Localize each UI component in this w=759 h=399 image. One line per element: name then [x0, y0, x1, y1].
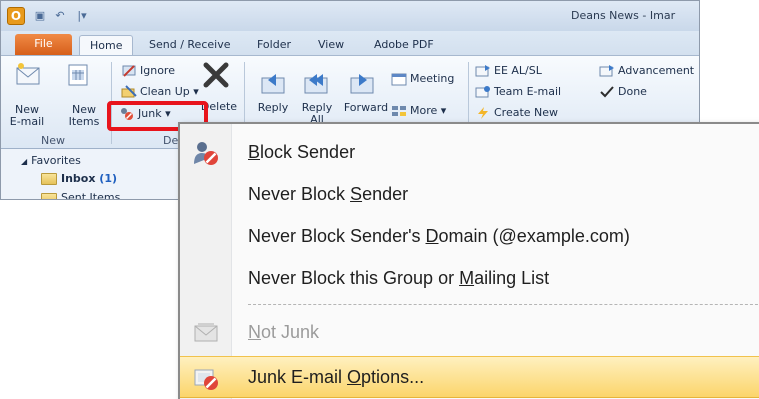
junk-options-icon — [194, 369, 218, 390]
checkmark-icon — [600, 86, 614, 98]
quick-step-label: Advancement — [618, 64, 695, 77]
quick-step-advancement[interactable]: Advancement — [599, 62, 694, 80]
clean-up-button[interactable]: Clean Up ▾ — [121, 83, 199, 101]
tab-send-receive[interactable]: Send / Receive — [139, 35, 240, 55]
screenshot-stage: O ▣ ↶ |▾ Deans News - Imar File Home Sen… — [0, 0, 759, 399]
clean-up-label: Clean Up — [140, 85, 190, 98]
group-label-delete: De — [163, 134, 179, 147]
menu-item-label: Not Junk — [248, 322, 320, 342]
menu-item-not-junk[interactable]: Not Junk — [180, 312, 759, 354]
team-email-icon — [475, 86, 490, 98]
reply-icon[interactable] — [258, 70, 288, 100]
favorites-label: Favorites — [31, 154, 81, 167]
menu-item-label: Block Sender — [248, 142, 356, 162]
quick-step-label: Team E-mail — [494, 85, 562, 98]
menu-item-label: Never Block this Group or Mailing List — [248, 268, 550, 288]
reply-all-icon[interactable] — [301, 70, 331, 100]
tab-folder[interactable]: Folder — [247, 35, 301, 55]
tab-view[interactable]: View — [308, 35, 354, 55]
tab-home[interactable]: Home — [79, 35, 134, 55]
quick-step-label: EE AL/SL — [494, 64, 542, 77]
chevron-down-icon: ▾ — [193, 85, 199, 98]
title-bar: O ▣ ↶ |▾ Deans News - Imar — [1, 1, 699, 31]
forward-label[interactable]: Forward — [341, 102, 391, 114]
quick-step-create-new[interactable]: Create New — [475, 104, 558, 122]
undo-icon[interactable]: ↶ — [53, 9, 67, 23]
menu-item-junk-email-options[interactable]: Junk E-mail Options... — [180, 356, 759, 398]
nav-inbox[interactable]: Inbox (1) — [61, 172, 117, 185]
inbox-unread-count: (1) — [99, 172, 118, 185]
new-items-icon[interactable] — [63, 60, 93, 90]
quick-step-team-email[interactable]: Team E-mail — [475, 83, 561, 101]
menu-item-label: Never Block Sender — [248, 184, 409, 204]
junk-label: Junk — [138, 107, 162, 120]
quick-step-icon — [599, 65, 614, 77]
menu-item-never-block-group[interactable]: Never Block this Group or Mailing List — [180, 258, 759, 300]
ribbon-tabs: File Home Send / Receive Folder View Ado… — [1, 31, 699, 55]
forward-icon[interactable] — [347, 70, 377, 100]
window-title: Deans News - Imar — [571, 9, 676, 22]
tab-file[interactable]: File — [15, 34, 72, 55]
favorites-header[interactable]: ◢ Favorites — [21, 154, 81, 167]
outlook-logo-icon[interactable]: O — [7, 7, 25, 25]
ignore-label: Ignore — [140, 64, 175, 77]
meeting-icon — [391, 73, 407, 86]
clean-up-icon — [121, 85, 137, 98]
new-email-label[interactable]: New E-mail — [1, 104, 53, 128]
chevron-down-icon: ▾ — [440, 104, 447, 117]
save-icon[interactable]: ▣ — [33, 9, 47, 23]
lightning-icon — [478, 107, 488, 119]
inbox-label: Inbox — [61, 172, 96, 185]
ignore-button[interactable]: Ignore — [121, 62, 175, 80]
quick-step-label: Done — [618, 85, 647, 98]
quick-step-icon — [475, 65, 490, 77]
junk-button[interactable]: Junk ▾ — [119, 105, 171, 123]
delete-icon[interactable] — [201, 60, 231, 90]
customize-icon[interactable]: |▾ — [73, 9, 91, 23]
junk-icon — [121, 108, 133, 120]
nav-sent-items[interactable]: Sent Items — [61, 191, 120, 199]
collapse-triangle-icon: ◢ — [21, 157, 28, 166]
quick-step-ee-al-sl[interactable]: EE AL/SL — [475, 62, 542, 80]
new-email-icon[interactable] — [13, 60, 43, 90]
menu-item-label: Junk E-mail Options... — [248, 367, 425, 387]
more-button[interactable]: More ▾ — [391, 102, 446, 120]
menu-item-label: Never Block Sender's Domain (@example.co… — [248, 226, 630, 246]
menu-item-never-block-sender[interactable]: Never Block Sender — [180, 174, 759, 216]
menu-item-block-sender[interactable]: Block Sender — [180, 132, 759, 174]
not-junk-icon — [194, 323, 218, 342]
reply-label[interactable]: Reply — [253, 102, 293, 114]
meeting-button[interactable]: Meeting — [391, 70, 454, 88]
menu-separator — [248, 304, 759, 305]
more-label: More — [410, 104, 438, 117]
quick-step-done[interactable]: Done — [599, 83, 647, 101]
group-label-new: New — [41, 134, 65, 147]
junk-dropdown-menu: Block Sender Never Block Sender Never Bl… — [178, 122, 759, 399]
chevron-down-icon: ▾ — [165, 107, 171, 120]
tab-adobe-pdf[interactable]: Adobe PDF — [364, 35, 444, 55]
menu-item-never-block-domain[interactable]: Never Block Sender's Domain (@example.co… — [180, 216, 759, 258]
block-sender-icon — [194, 142, 218, 165]
ignore-icon — [122, 65, 136, 77]
meeting-label: Meeting — [410, 72, 455, 85]
sent-folder-icon — [41, 193, 57, 199]
new-items-label[interactable]: New Items — [59, 104, 109, 128]
more-icon — [392, 106, 406, 116]
quick-step-label: Create New — [494, 106, 559, 119]
inbox-folder-icon — [41, 173, 57, 185]
